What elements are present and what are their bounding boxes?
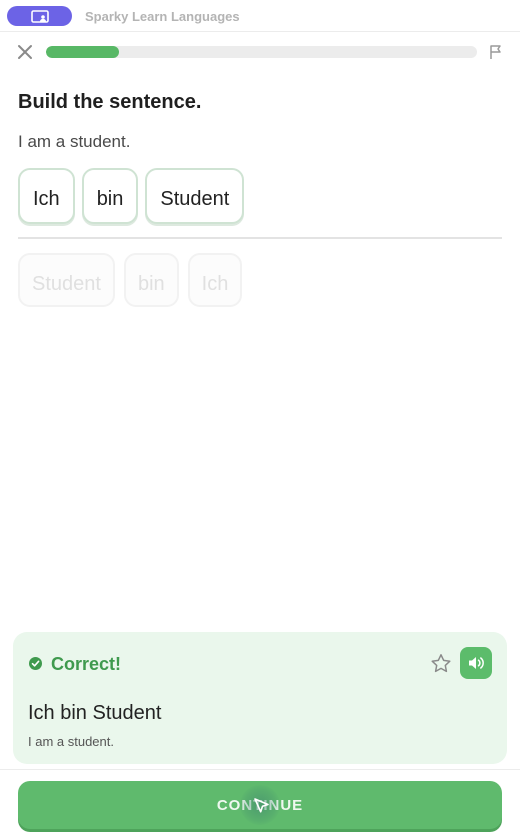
answer-word-chip[interactable]: Ich xyxy=(18,168,75,224)
feedback-panel: Correct! Ich bin Student I am a student. xyxy=(13,632,507,764)
word-bank-chip-used: Ich xyxy=(187,253,243,307)
speaker-icon xyxy=(469,657,484,669)
word-bank-chip-used: Student xyxy=(18,253,115,307)
cursor-pointer-icon xyxy=(254,798,269,813)
lesson-progress-bar xyxy=(46,46,477,58)
lesson-progress-fill xyxy=(46,46,120,58)
app-title: Sparky Learn Languages xyxy=(85,9,240,24)
feedback-translation: I am a student. xyxy=(28,734,114,749)
close-icon xyxy=(18,45,32,59)
app-switcher-button[interactable] xyxy=(7,6,72,26)
exercise-prompt: I am a student. xyxy=(18,132,131,151)
answer-area: Ich bin Student xyxy=(18,168,245,224)
star-icon[interactable] xyxy=(429,652,453,676)
word-bank: Student bin Ich xyxy=(18,253,243,307)
flag-icon[interactable] xyxy=(487,43,505,61)
feedback-answer: Ich bin Student xyxy=(28,702,162,724)
answer-word-chip[interactable]: bin xyxy=(81,168,139,224)
title-bar: Sparky Learn Languages xyxy=(0,0,520,32)
footer-divider xyxy=(0,769,520,770)
feedback-status: Correct! xyxy=(51,654,122,674)
word-bank-chip-used: bin xyxy=(123,253,179,307)
close-button[interactable] xyxy=(14,41,36,63)
play-audio-button[interactable] xyxy=(460,647,492,679)
exercise-heading: Build the sentence. xyxy=(18,91,202,113)
check-circle-icon xyxy=(29,657,42,670)
answer-divider xyxy=(18,237,502,239)
app-window-icon xyxy=(30,9,49,23)
answer-word-chip[interactable]: Student xyxy=(145,168,245,224)
